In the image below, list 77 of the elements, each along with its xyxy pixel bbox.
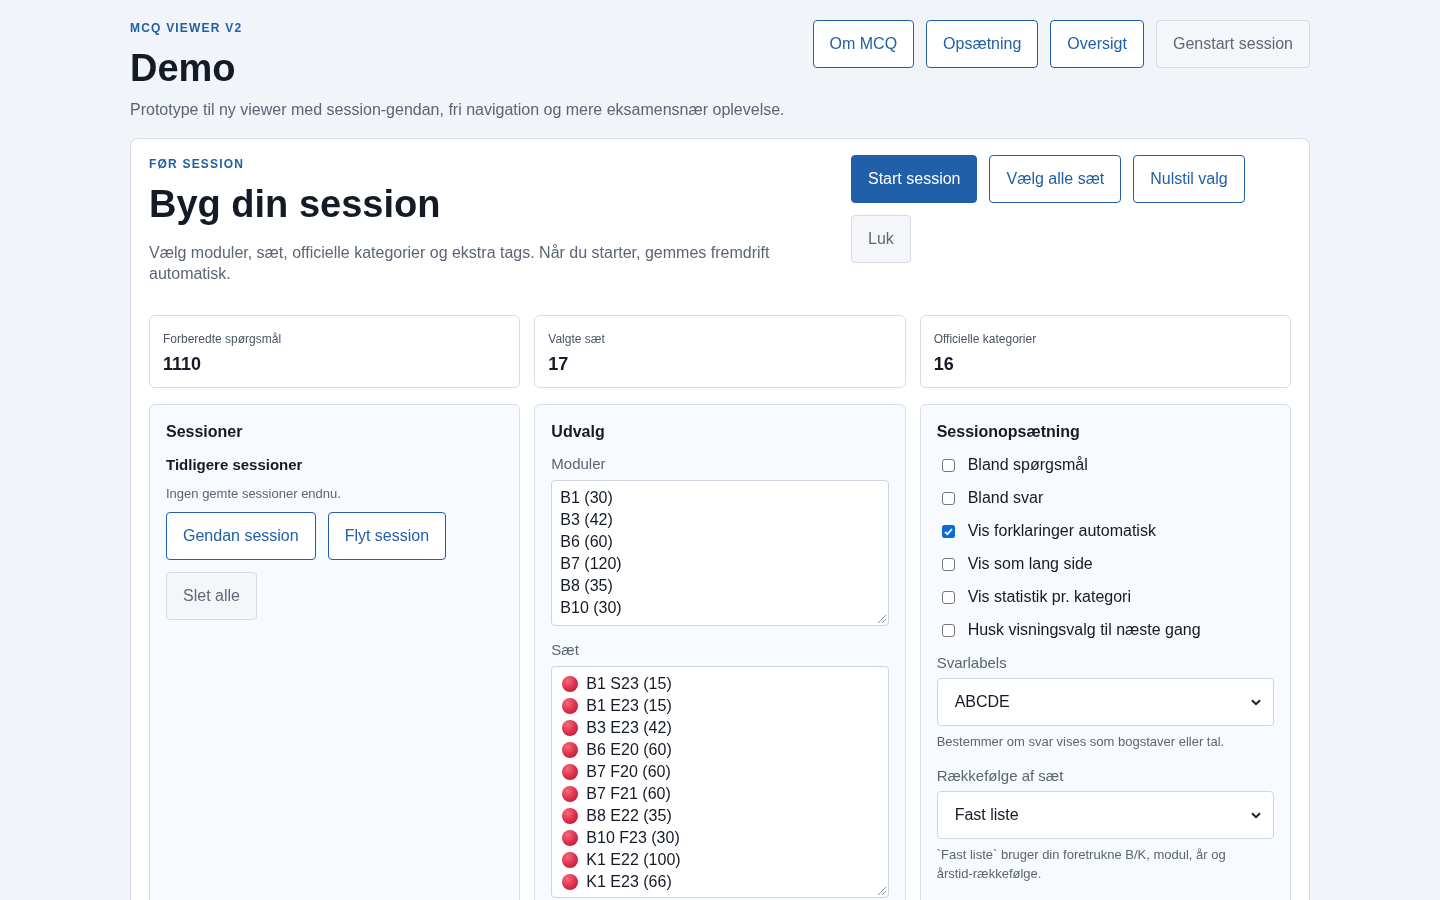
panel-title: Sessionopsætning <box>936 422 1080 442</box>
page-title: Demo <box>130 46 236 91</box>
set-listbox[interactable]: B1 S23 (15) B1 E23 (15) B3 E23 (42) B6 E20 (60) B7 F20 (60) B7 F21 (60) B8 E22 (35) B10 F23 (30) K1 E22 (100) K1 E23 (66) <box>551 666 889 898</box>
section-description: Vælg moduler, sæt, officielle kategorier og ekstra tags. Når du starter, gemmes fremdrift automatisk. <box>149 243 771 284</box>
list-option[interactable]: B10 F23 (30) <box>560 827 684 849</box>
field-label: Sæt <box>551 640 579 660</box>
help-text: `Fast liste` bruger din foretrukne B/K, modul, år og årstid-rækkefølge. <box>936 846 1227 883</box>
action-button[interactable]: Vælg alle sæt <box>989 155 1122 203</box>
session-button[interactable]: Flyt session <box>327 512 447 560</box>
list-option[interactable]: B7 F21 (60) <box>560 783 675 805</box>
nav-button[interactable]: Om MCQ <box>812 20 915 68</box>
section-title: Byg din session <box>149 182 441 227</box>
ball-icon <box>562 698 579 714</box>
stat-label: Forberedte spørgsmål <box>163 331 282 347</box>
list-option[interactable]: B1 S23 (15) <box>560 673 676 695</box>
nav-button[interactable]: Opsætning <box>926 20 1039 68</box>
ball-icon <box>562 808 579 824</box>
stat-label: Officielle kategorier <box>933 331 1037 347</box>
list-option[interactable]: B1 E23 (15) <box>560 695 676 717</box>
ball-icon <box>562 786 579 802</box>
dropdown[interactable]: ABCDE <box>936 678 1274 726</box>
checkbox[interactable] <box>941 557 955 571</box>
list-option[interactable]: K1 E22 (100) <box>560 849 685 871</box>
ball-icon <box>562 720 579 736</box>
checkbox[interactable] <box>941 491 955 505</box>
help-text: Bestemmer om svar vises som bogstaver eller tal. <box>936 733 1226 751</box>
page-subtitle: Prototype til ny viewer med session-gendan, fri navigation og mere eksamensnær oplevelse. <box>130 100 785 120</box>
stat-label: Valgte sæt <box>548 331 605 347</box>
resize-grip-icon[interactable] <box>877 615 886 623</box>
ball-icon <box>562 852 579 868</box>
checkbox[interactable] <box>941 623 955 637</box>
list-option[interactable]: B7 (120) <box>560 553 626 575</box>
resize-grip-icon[interactable] <box>877 887 886 895</box>
list-option[interactable]: B7 F20 (60) <box>560 761 675 783</box>
app-eyebrow: MCQ VIEWER V2 <box>130 20 243 36</box>
dropdown[interactable]: Fast liste <box>936 791 1274 839</box>
panel-title: Udvalg <box>551 422 605 442</box>
action-button[interactable]: Nulstil valg <box>1133 155 1245 203</box>
list-option[interactable]: B3 (42) <box>560 509 617 531</box>
checkbox[interactable] <box>941 590 955 604</box>
checkbox-label[interactable]: Vis forklaringer automatisk <box>967 520 1156 542</box>
list-option[interactable]: B6 (60) <box>560 531 617 553</box>
list-option[interactable]: B6 E20 (60) <box>560 739 676 761</box>
stat-value: 1110 <box>163 353 202 376</box>
field-label: Moduler <box>551 454 606 474</box>
list-option[interactable]: B3 E23 (42) <box>560 717 676 739</box>
checkbox-label[interactable]: Vis statistik pr. kategori <box>967 586 1131 608</box>
panel-title: Sessioner <box>166 422 243 442</box>
ball-icon <box>562 874 579 890</box>
list-option[interactable]: B8 (35) <box>560 575 617 597</box>
list-option[interactable]: B8 E22 (35) <box>560 805 676 827</box>
section-eyebrow: FØR SESSION <box>149 156 245 172</box>
list-option[interactable]: B10 (30) <box>560 597 626 619</box>
checkbox[interactable] <box>941 524 955 538</box>
stat-value: 16 <box>933 353 954 376</box>
list-option[interactable]: K1 E23 (66) <box>560 871 676 893</box>
ball-icon <box>562 742 579 758</box>
stat-value: 17 <box>548 353 569 376</box>
field-label: Svarlabels <box>936 653 1007 673</box>
field-label: Rækkefølge af sæt <box>936 766 1064 786</box>
checkbox-label[interactable]: Vis som lang side <box>967 553 1093 575</box>
empty-state-text: Ingen gemte sessioner endnu. <box>166 485 341 503</box>
list-option[interactable]: B1 (30) <box>560 487 617 509</box>
chevron-down-icon <box>1251 698 1261 706</box>
checkbox-label[interactable]: Bland svar <box>967 487 1044 509</box>
nav-button[interactable]: Oversigt <box>1050 20 1144 68</box>
checkbox-label[interactable]: Bland spørgsmål <box>967 454 1088 476</box>
checkbox-label[interactable]: Husk visningsvalg til næste gang <box>967 619 1201 641</box>
session-button[interactable]: Gendan session <box>166 512 316 560</box>
ball-icon <box>562 764 579 780</box>
ball-icon <box>562 676 579 692</box>
ball-icon <box>562 830 579 846</box>
action-button[interactable]: Start session <box>851 155 978 203</box>
checkbox[interactable] <box>941 458 955 472</box>
chevron-down-icon <box>1251 811 1261 819</box>
panel-subtitle: Tidligere sessioner <box>166 455 303 475</box>
module-listbox[interactable]: B1 (30) B3 (42) B6 (60) B7 (120) B8 (35) B10 (30) <box>551 480 889 626</box>
